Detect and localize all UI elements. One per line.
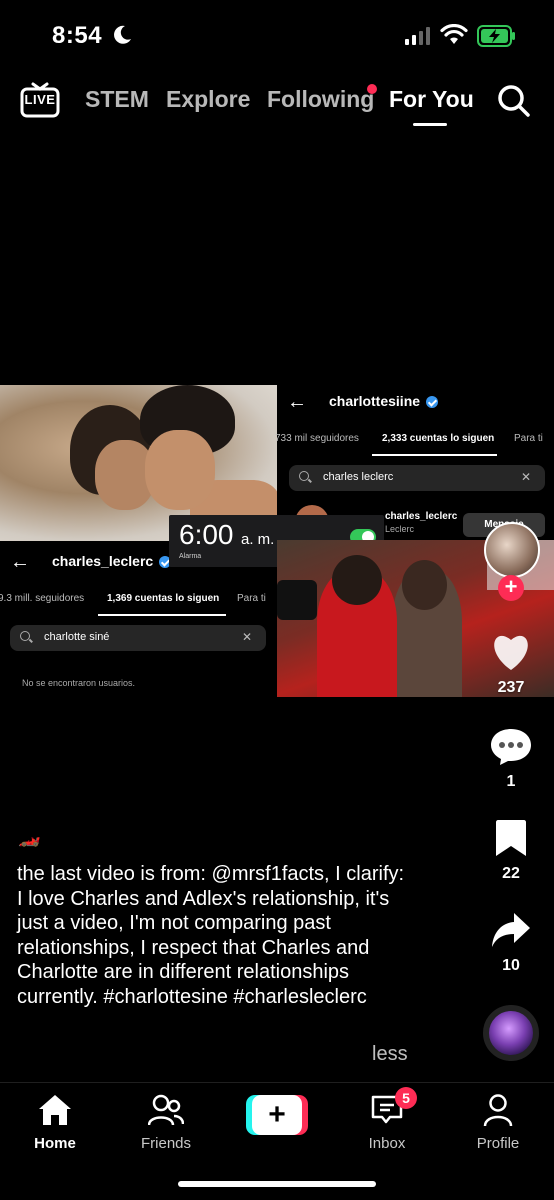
nav-profile-label: Profile [476, 1135, 520, 1152]
inbox-badge: 5 [395, 1087, 417, 1109]
creator-avatar[interactable] [484, 522, 540, 578]
ig-username: charles_leclerc [52, 553, 154, 569]
heart-icon [494, 635, 528, 670]
back-arrow-icon: ← [10, 551, 30, 573]
alarm-ampm: a. m. [241, 531, 275, 548]
ig-result-name: charles_leclerc [385, 511, 458, 522]
following-notification-dot [367, 84, 377, 94]
ig-following-tab: 1,369 cuentas lo siguen [107, 593, 220, 604]
ig-foryou-tab: Para ti [514, 433, 543, 444]
friends-icon [147, 1094, 185, 1126]
tab-following[interactable]: Following [267, 86, 374, 113]
comment-icon [491, 729, 531, 765]
bookmark-icon [496, 820, 526, 856]
video-caption[interactable]: the last video is from: @mrsf1facts, I c… [17, 862, 407, 1009]
nav-inbox[interactable]: Inbox [342, 1093, 432, 1152]
search-icon [299, 471, 309, 481]
live-button[interactable]: LIVE [20, 82, 60, 118]
nav-inbox-label: Inbox [368, 1135, 406, 1152]
less-button[interactable]: less [372, 1043, 408, 1066]
wifi-icon [440, 24, 468, 44]
home-indicator [178, 1181, 376, 1187]
ig-tab-indicator [98, 614, 226, 616]
bookmark-button[interactable]: 22 [480, 818, 542, 883]
like-count: 237 [497, 679, 525, 696]
moon-icon [114, 25, 131, 44]
close-icon: ✕ [241, 630, 252, 644]
nav-home[interactable]: Home [10, 1093, 100, 1152]
nav-friends-label: Friends [140, 1135, 192, 1152]
live-label: LIVE [24, 92, 56, 107]
comment-count: 1 [506, 773, 516, 790]
tab-for-you[interactable]: For You [389, 86, 474, 113]
ig-search-box: charles leclerc ✕ [289, 465, 545, 491]
music-disc-icon[interactable] [483, 1005, 539, 1061]
comment-button[interactable]: 1 [480, 726, 542, 791]
like-button[interactable]: 237 [480, 632, 542, 697]
cellular-signal-icon [405, 27, 430, 45]
home-icon [39, 1095, 71, 1125]
ig-empty-text: No se encontraron usuarios. [22, 678, 136, 688]
nav-profile[interactable]: Profile [453, 1093, 543, 1152]
nav-home-label: Home [34, 1135, 76, 1152]
ig-followers-tab: 9.3 mill. seguidores [0, 593, 85, 604]
caption-emoji: 🏎️ [18, 827, 41, 847]
back-arrow-icon: ← [287, 391, 307, 413]
search-icon[interactable] [497, 84, 531, 118]
plus-icon: + [252, 1095, 302, 1135]
ig-search-box: charlotte siné ✕ [10, 625, 266, 651]
search-icon [20, 631, 30, 641]
battery-charging-icon [477, 25, 515, 47]
ig-search-value: charlotte siné [44, 631, 110, 643]
alarm-time: 6:00 [179, 519, 234, 550]
tab-stem[interactable]: STEM [85, 86, 149, 113]
ig-foryou-tab: Para ti [237, 593, 266, 604]
share-arrow-icon [492, 913, 530, 947]
ig-followers-tab: 733 mil seguidores [275, 433, 359, 444]
share-count: 10 [502, 957, 520, 974]
tab-explore[interactable]: Explore [166, 86, 250, 113]
verified-icon [426, 396, 439, 409]
nav-friends[interactable]: Friends [121, 1093, 211, 1152]
ig-tab-indicator [372, 454, 497, 456]
bottom-nav: Home Friends + Inbox 5 Profile [0, 1082, 554, 1200]
profile-icon [483, 1094, 513, 1127]
save-count: 22 [502, 865, 520, 882]
active-tab-indicator [413, 123, 447, 126]
ig-search-value: charles leclerc [323, 471, 394, 483]
alarm-label: Alarma [179, 553, 202, 560]
close-icon: ✕ [520, 470, 531, 484]
ig-following-tab: 2,333 cuentas lo siguen [382, 433, 495, 444]
create-button[interactable]: + [246, 1095, 308, 1135]
video-frame[interactable]: ← charlottesiine 733 mil seguidores 2,33… [0, 385, 554, 697]
share-button[interactable]: 10 [480, 910, 542, 975]
top-nav: LIVE STEM Explore Following For You [0, 70, 554, 130]
ig-username: charlottesiine [329, 393, 421, 409]
ig-result-sub: Leclerc [385, 524, 415, 534]
status-bar: 8:54 [0, 0, 554, 70]
status-time: 8:54 [52, 22, 103, 49]
follow-plus-button[interactable]: + [498, 575, 524, 601]
